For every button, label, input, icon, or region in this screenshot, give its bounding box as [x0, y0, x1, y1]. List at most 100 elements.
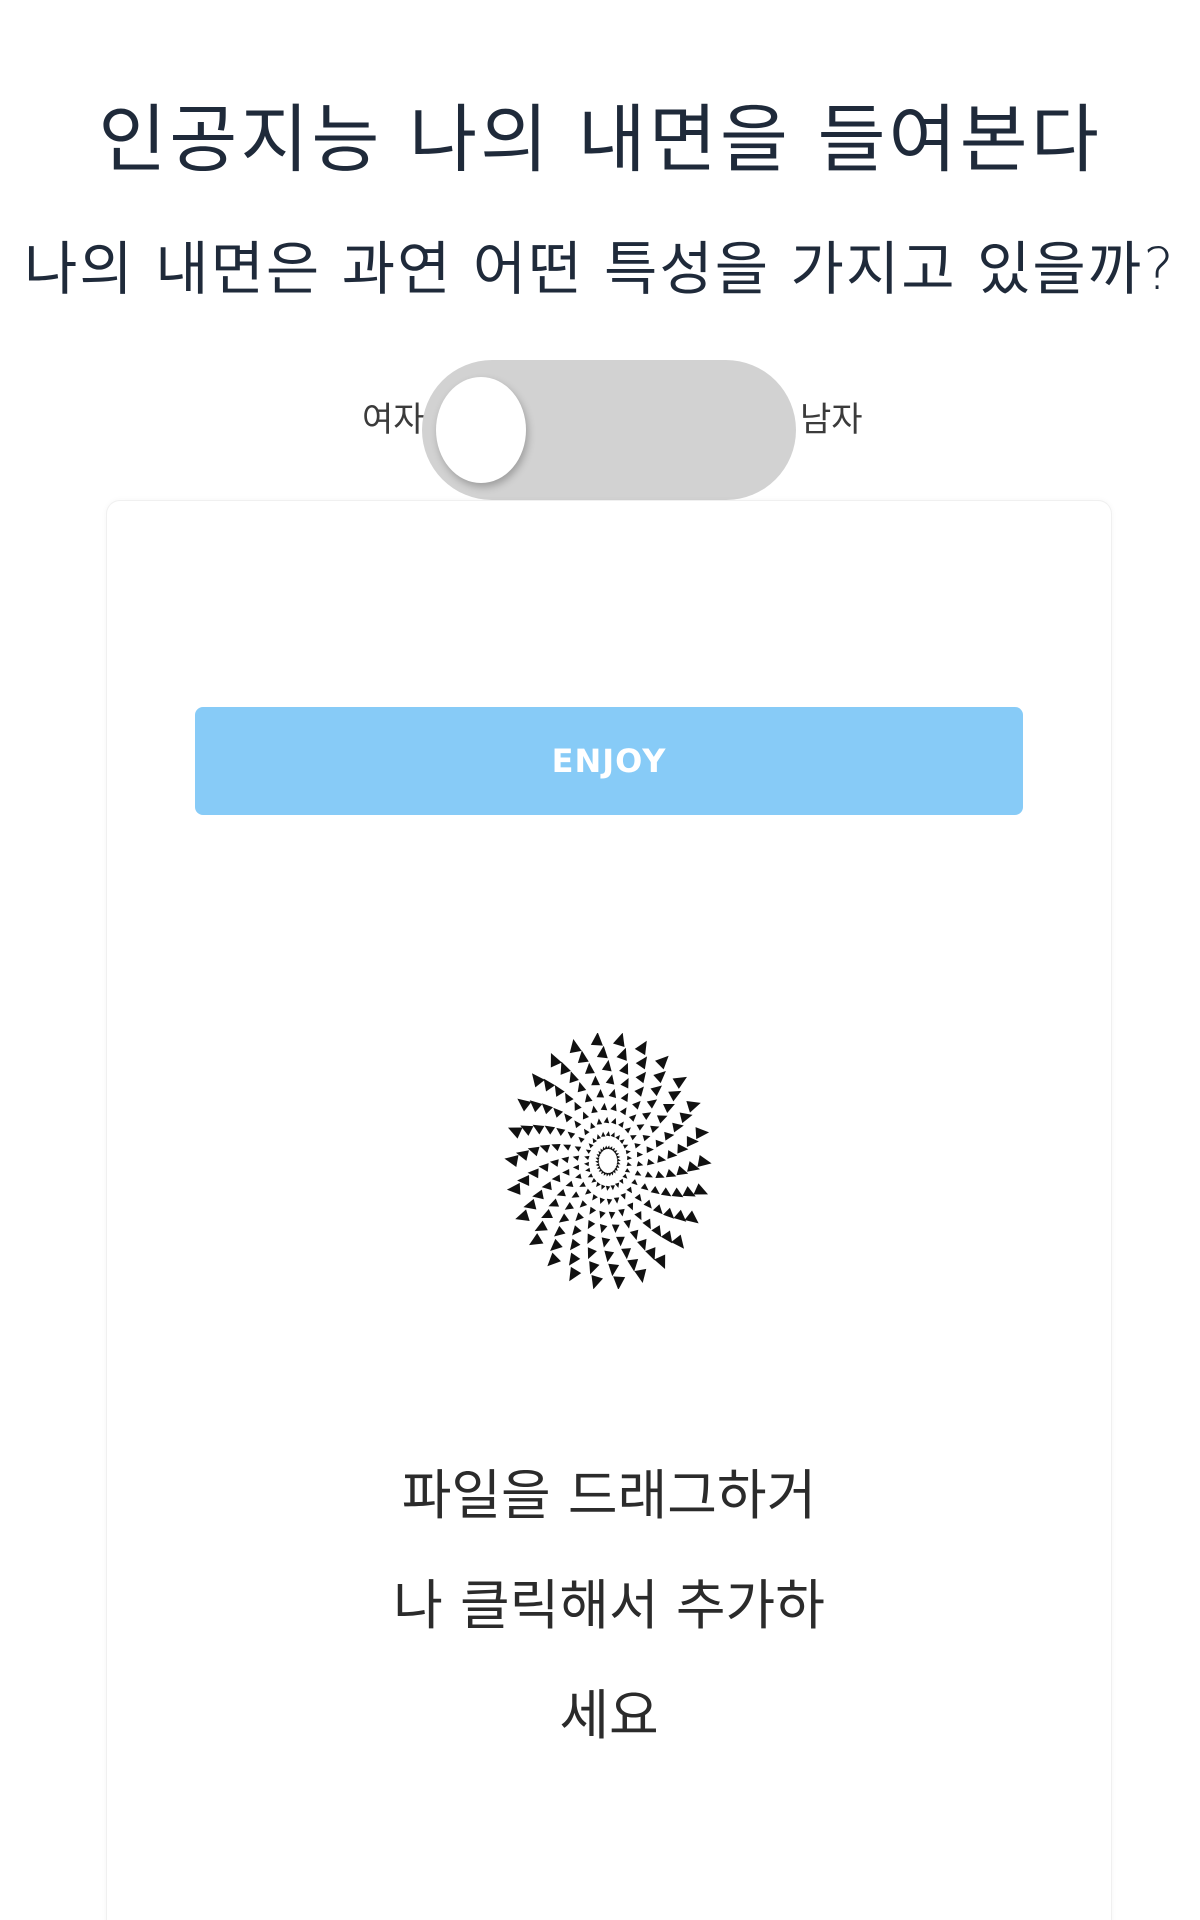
spiral-arrow	[541, 1181, 552, 1191]
spiral-arrow	[595, 1163, 600, 1167]
spiral-arrow	[556, 1189, 566, 1197]
spiral-arrow	[634, 1040, 647, 1056]
spiral-arrow	[591, 1178, 597, 1183]
spiral-arrow	[589, 1261, 600, 1275]
spiral-arrow	[605, 1074, 615, 1085]
spiral-arrow	[599, 1197, 605, 1205]
spiral-arrow	[619, 1139, 625, 1144]
spiral-arrow	[655, 1170, 665, 1179]
spiral-arrow	[610, 1132, 615, 1138]
spiral-arrow	[624, 1168, 631, 1173]
spiral-arrow	[621, 1248, 632, 1260]
spiral-arrow	[640, 1183, 649, 1191]
spiral-arrow	[634, 1193, 642, 1202]
spiral-arrow	[548, 1198, 560, 1207]
spiral-arrow	[592, 1137, 598, 1144]
upload-card[interactable]: ENJOY 파일을 드래그하거 나 클릭해서 추가하 세요	[106, 500, 1112, 1920]
spiral-arrow	[624, 1127, 631, 1134]
spiral-arrow	[620, 1193, 626, 1200]
spiral-arrow	[575, 1173, 582, 1179]
spiral-arrow	[571, 1191, 580, 1198]
spiral-arrow	[606, 1198, 613, 1206]
spiral-arrow	[589, 1206, 597, 1215]
spiral-arrow	[572, 1164, 579, 1171]
spiral-arrow	[590, 1033, 603, 1046]
spiral-arrow	[564, 1113, 573, 1123]
spiral-arrow	[667, 1150, 678, 1159]
drop-text-line-1: 파일을 드래그하거	[401, 1464, 817, 1527]
gender-toggle-switch[interactable]	[422, 360, 796, 500]
spiral-arrow	[620, 1092, 629, 1103]
spiral-arrow	[660, 1187, 672, 1197]
spiral-arrow	[618, 1121, 624, 1128]
spiral-arrow	[646, 1099, 658, 1109]
spiral-arrow	[562, 1168, 570, 1176]
page-title: 인공지능 나의 내면을 들여본다	[98, 97, 1102, 183]
spiral-arrow	[608, 1088, 617, 1099]
spiral-arrow	[601, 1131, 606, 1137]
spiral-arrow	[631, 1179, 638, 1186]
spiral-arrow	[679, 1112, 693, 1124]
spiral-arrow	[634, 1086, 644, 1097]
spiral-arrow	[616, 1155, 621, 1159]
spiral-arrow	[616, 1236, 625, 1247]
toggle-knob[interactable]	[436, 377, 526, 483]
spiral-arrow	[629, 1229, 639, 1241]
spiral-arrow	[567, 1131, 576, 1139]
spiral-arrow	[601, 1059, 612, 1072]
spiral-arrow	[668, 1090, 682, 1102]
spiral-arrow	[569, 1039, 582, 1054]
spiral-arrow	[610, 1185, 615, 1191]
spiral-arrow	[544, 1125, 556, 1135]
spiral-arrow	[587, 1233, 596, 1245]
spiral-arrow	[650, 1085, 663, 1097]
spiral-arrow	[527, 1146, 540, 1157]
spiral-arrow	[644, 1171, 653, 1178]
spiral-arrow	[582, 1111, 590, 1120]
spiral-arrow	[591, 1075, 600, 1086]
spiral-arrow	[630, 1135, 637, 1141]
spiral-arrow	[646, 1146, 654, 1154]
spiral-arrow	[627, 1258, 639, 1272]
spiral-arrow	[652, 1204, 663, 1215]
spiral-arrow	[622, 1173, 628, 1179]
spiral-arrow	[596, 1181, 601, 1187]
spiral-arrow	[616, 1047, 627, 1061]
spiral-arrow	[543, 1078, 556, 1092]
spiral-arrows-icon	[504, 1033, 712, 1289]
spiral-arrow	[650, 1186, 660, 1195]
spiral-arrow	[635, 1071, 647, 1084]
spiral-arrow	[523, 1198, 537, 1210]
spiral-arrow	[693, 1183, 709, 1195]
spiral-arrow	[579, 1181, 586, 1187]
spiral-arrow	[686, 1101, 701, 1113]
spiral-arrow	[549, 1159, 559, 1167]
spiral-arrow	[627, 1155, 632, 1161]
spiral-arrow	[665, 1169, 677, 1178]
spiral-arrow	[585, 1188, 592, 1195]
spiral-arrow	[603, 1116, 610, 1124]
spiral-arrow	[601, 1184, 606, 1190]
spiral-arrow	[612, 1033, 625, 1048]
spiral-arrow	[637, 1151, 644, 1158]
drop-zone-text[interactable]: 파일을 드래그하거 나 클릭해서 추가하 세요	[387, 1441, 831, 1771]
spiral-arrow	[574, 1146, 582, 1152]
spiral-arrow	[626, 1186, 633, 1194]
spiral-arrow	[550, 1052, 562, 1068]
spiral-arrow	[634, 1143, 641, 1149]
spiral-arrow	[608, 1211, 616, 1220]
spiral-arrow	[610, 1103, 617, 1112]
spiral-arrow	[563, 1144, 572, 1151]
spiral-arrow	[507, 1127, 523, 1139]
drop-text-line-3: 세요	[559, 1684, 659, 1747]
gender-toggle-row: 여자 남자	[0, 360, 1200, 500]
spiral-arrow	[601, 1237, 611, 1248]
spiral-arrow	[572, 1155, 580, 1161]
spiral-arrow	[620, 1077, 629, 1089]
spiral-arrow	[517, 1098, 532, 1112]
spiral-arrow	[604, 1250, 615, 1263]
spiral-arrow	[565, 1180, 574, 1188]
spiral-arrow	[626, 1161, 632, 1167]
spiral-arrow	[636, 1124, 645, 1131]
enjoy-button[interactable]: ENJOY	[195, 707, 1023, 815]
